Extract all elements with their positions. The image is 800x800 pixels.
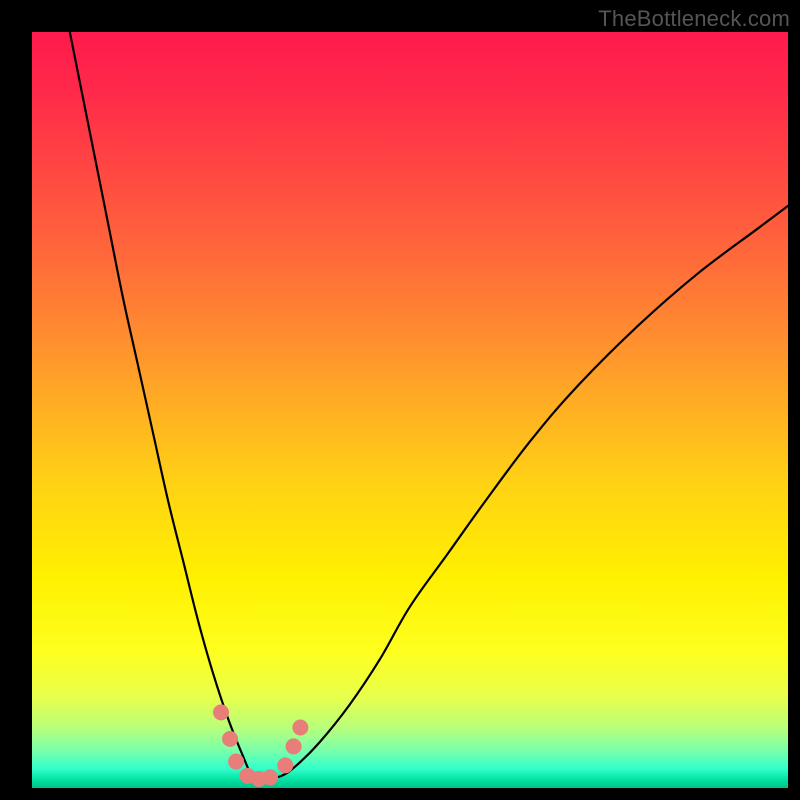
curve-marker xyxy=(292,720,308,736)
curve-marker xyxy=(228,754,244,770)
chart-frame: TheBottleneck.com xyxy=(0,0,800,800)
curve-marker xyxy=(213,704,229,720)
curve-marker xyxy=(222,731,238,747)
curve-marker xyxy=(286,738,302,754)
curve-marker xyxy=(277,757,293,773)
bottleneck-curve xyxy=(62,0,788,779)
marker-group xyxy=(213,704,308,787)
plot-area xyxy=(32,32,788,788)
chart-svg xyxy=(32,32,788,788)
watermark-text: TheBottleneck.com xyxy=(598,6,790,32)
curve-marker xyxy=(262,769,278,785)
